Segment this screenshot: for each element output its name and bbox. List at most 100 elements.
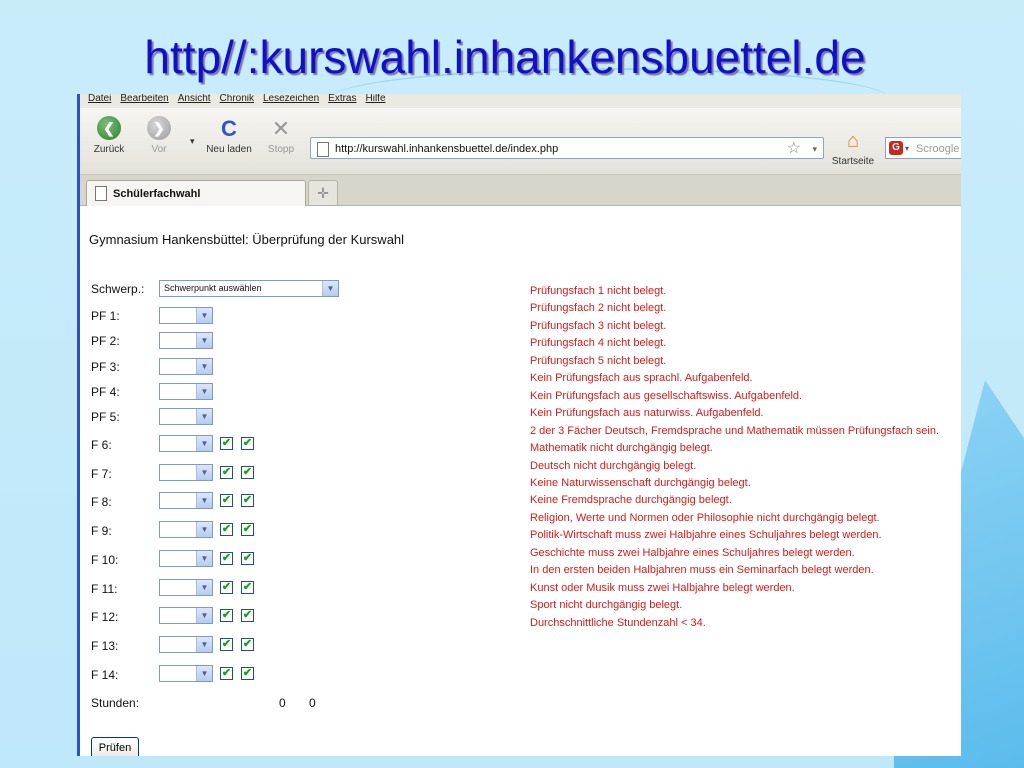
course-select[interactable]: ▼: [159, 463, 213, 481]
f-label: F 7:: [91, 466, 112, 481]
menu-item[interactable]: Chronik: [220, 94, 254, 108]
address-bar[interactable]: http://kurswahl.inhankensbuettel.de/inde…: [310, 137, 824, 159]
pf-label: PF 2:: [91, 334, 120, 349]
checkbox[interactable]: ✔: [241, 494, 254, 508]
course-select[interactable]: ▼: [159, 521, 213, 539]
error-message: 2 der 3 Fächer Deutsch, Fremdsprache und…: [530, 424, 940, 437]
chevron-down-icon: ▼: [196, 409, 212, 425]
checkbox[interactable]: ✔: [241, 666, 254, 680]
course-select[interactable]: ▼: [159, 664, 213, 682]
search-input[interactable]: G ▾ Scroogle: [885, 137, 961, 159]
error-list: Prüfungsfach 1 nicht belegt. Prüfungsfach…: [530, 283, 939, 632]
reload-label: Neu laden: [206, 144, 252, 155]
course-select[interactable]: ▼: [159, 607, 213, 625]
tab-schuelerfachwahl[interactable]: Schülerfachwahl: [86, 180, 306, 206]
chevron-down-icon: ▼: [196, 308, 212, 323]
error-message: Prüfungsfach 4 nicht belegt.: [530, 337, 667, 350]
course-select[interactable]: ▼: [159, 578, 213, 596]
checkbox[interactable]: ✔: [241, 609, 254, 623]
checkbox[interactable]: ✔: [241, 465, 254, 479]
error-message: Prüfungsfach 5 nicht belegt.: [530, 354, 667, 367]
course-select[interactable]: ▼: [159, 549, 213, 567]
search-engine-dropdown-icon[interactable]: ▾: [905, 138, 909, 160]
checkbox[interactable]: ✔: [241, 580, 254, 594]
checkbox[interactable]: ✔: [220, 609, 233, 623]
chevron-down-icon: ▼: [196, 579, 212, 595]
back-label: Zurück: [93, 144, 125, 155]
menu-item[interactable]: Hilfe: [366, 94, 386, 108]
checkbox[interactable]: ✔: [220, 666, 233, 680]
f-label: F 8:: [91, 495, 112, 510]
checkbox[interactable]: ✔: [220, 551, 233, 565]
checkbox[interactable]: ✔: [220, 523, 233, 537]
f-label: F 11:: [91, 581, 118, 596]
checkbox[interactable]: ✔: [220, 637, 233, 651]
checkbox[interactable]: ✔: [220, 580, 233, 594]
forward-button[interactable]: ❯ Vor: [134, 116, 184, 155]
course-select[interactable]: ▼: [159, 332, 213, 350]
page-icon: [95, 186, 107, 201]
history-dropdown-icon[interactable]: ▾: [190, 136, 195, 147]
back-button[interactable]: ❮ Zurück: [84, 116, 134, 155]
checkbox[interactable]: ✔: [241, 523, 254, 537]
menu-item[interactable]: Extras: [328, 94, 356, 108]
schwerpunkt-value: Schwerpunkt auswählen: [164, 283, 262, 293]
chevron-down-icon: ▼: [196, 522, 212, 538]
checkbox[interactable]: ✔: [241, 437, 254, 450]
menu-item[interactable]: Lesezeichen: [263, 94, 319, 108]
error-message: In den ersten beiden Halbjahren muss ein…: [530, 564, 874, 577]
url-dropdown-icon[interactable]: ▾: [812, 138, 817, 160]
stop-button[interactable]: ✕ Stopp: [256, 116, 306, 155]
checkbox[interactable]: ✔: [220, 437, 233, 450]
error-message: Keine Fremdsprache durchgängig belegt.: [530, 494, 732, 507]
error-message: Religion, Werte und Normen oder Philosop…: [530, 511, 880, 524]
course-select[interactable]: ▼: [159, 435, 213, 452]
pruefen-button[interactable]: Prüfen: [91, 737, 139, 756]
error-message: Kein Prüfungsfach aus gesellschaftswiss.…: [530, 389, 803, 402]
bookmark-star-icon[interactable]: ☆: [787, 138, 801, 160]
chevron-down-icon: ▼: [196, 383, 212, 399]
menu-item[interactable]: Ansicht: [178, 94, 211, 108]
forward-label: Vor: [151, 144, 167, 155]
error-message: Keine Naturwissenschaft durchgängig bele…: [530, 476, 751, 489]
new-tab-button[interactable]: ✛: [308, 180, 338, 205]
f-label: F 6:: [91, 438, 112, 452]
course-select[interactable]: ▼: [159, 492, 213, 510]
close-icon: ✕: [271, 116, 291, 141]
chevron-down-icon: ▼: [196, 665, 212, 681]
reload-button[interactable]: C Neu laden: [204, 116, 254, 155]
f-label: F 13:: [91, 638, 119, 653]
chevron-down-icon: ▼: [196, 333, 212, 349]
browser-screenshot: Datei Bearbeiten Ansicht Chronik Lesezeichen…: [77, 94, 961, 756]
menu-item[interactable]: Bearbeiten: [120, 94, 168, 108]
course-select[interactable]: ▼: [159, 307, 213, 324]
checkbox[interactable]: ✔: [241, 637, 254, 651]
checkbox[interactable]: ✔: [220, 465, 233, 479]
checkbox[interactable]: ✔: [220, 494, 233, 508]
search-placeholder: Scroogle: [916, 143, 960, 155]
navigation-toolbar: ❮ Zurück ❯ Vor ▾ C Neu laden ✕ Stopp htt…: [80, 108, 961, 175]
f-label: F 10:: [91, 552, 119, 567]
pf-label: PF 5:: [91, 410, 120, 425]
chevron-down-icon: ▼: [196, 493, 212, 509]
checkbox[interactable]: ✔: [241, 551, 254, 565]
tab-label: Schülerfachwahl: [113, 188, 201, 200]
error-message: Deutsch nicht durchgängig belegt.: [530, 459, 697, 472]
search-engine-icon: G: [889, 141, 903, 155]
stop-label: Stopp: [267, 144, 295, 155]
tab-strip: Schülerfachwahl ✛: [80, 175, 961, 206]
page-title: Gymnasium Hankensbüttel: Überprüfung der…: [89, 232, 405, 247]
error-message: Politik-Wirtschaft muss zwei Halbjahre e…: [530, 529, 882, 542]
schwerpunkt-select[interactable]: Schwerpunkt auswählen ▼: [159, 280, 339, 297]
course-select[interactable]: ▼: [159, 382, 213, 400]
error-message: Kein Prüfungsfach aus naturwiss. Aufgabe…: [530, 407, 764, 420]
chevron-down-icon: ▼: [196, 608, 212, 624]
chevron-down-icon: ▼: [196, 436, 212, 451]
menu-item[interactable]: Datei: [88, 94, 111, 108]
course-select[interactable]: ▼: [159, 357, 213, 375]
course-select[interactable]: ▼: [159, 635, 213, 653]
course-select[interactable]: ▼: [159, 408, 213, 426]
pf-label: PF 3:: [91, 359, 120, 374]
pf-label: PF 4:: [91, 384, 120, 399]
home-button[interactable]: ⌂ Startseite: [828, 130, 878, 167]
